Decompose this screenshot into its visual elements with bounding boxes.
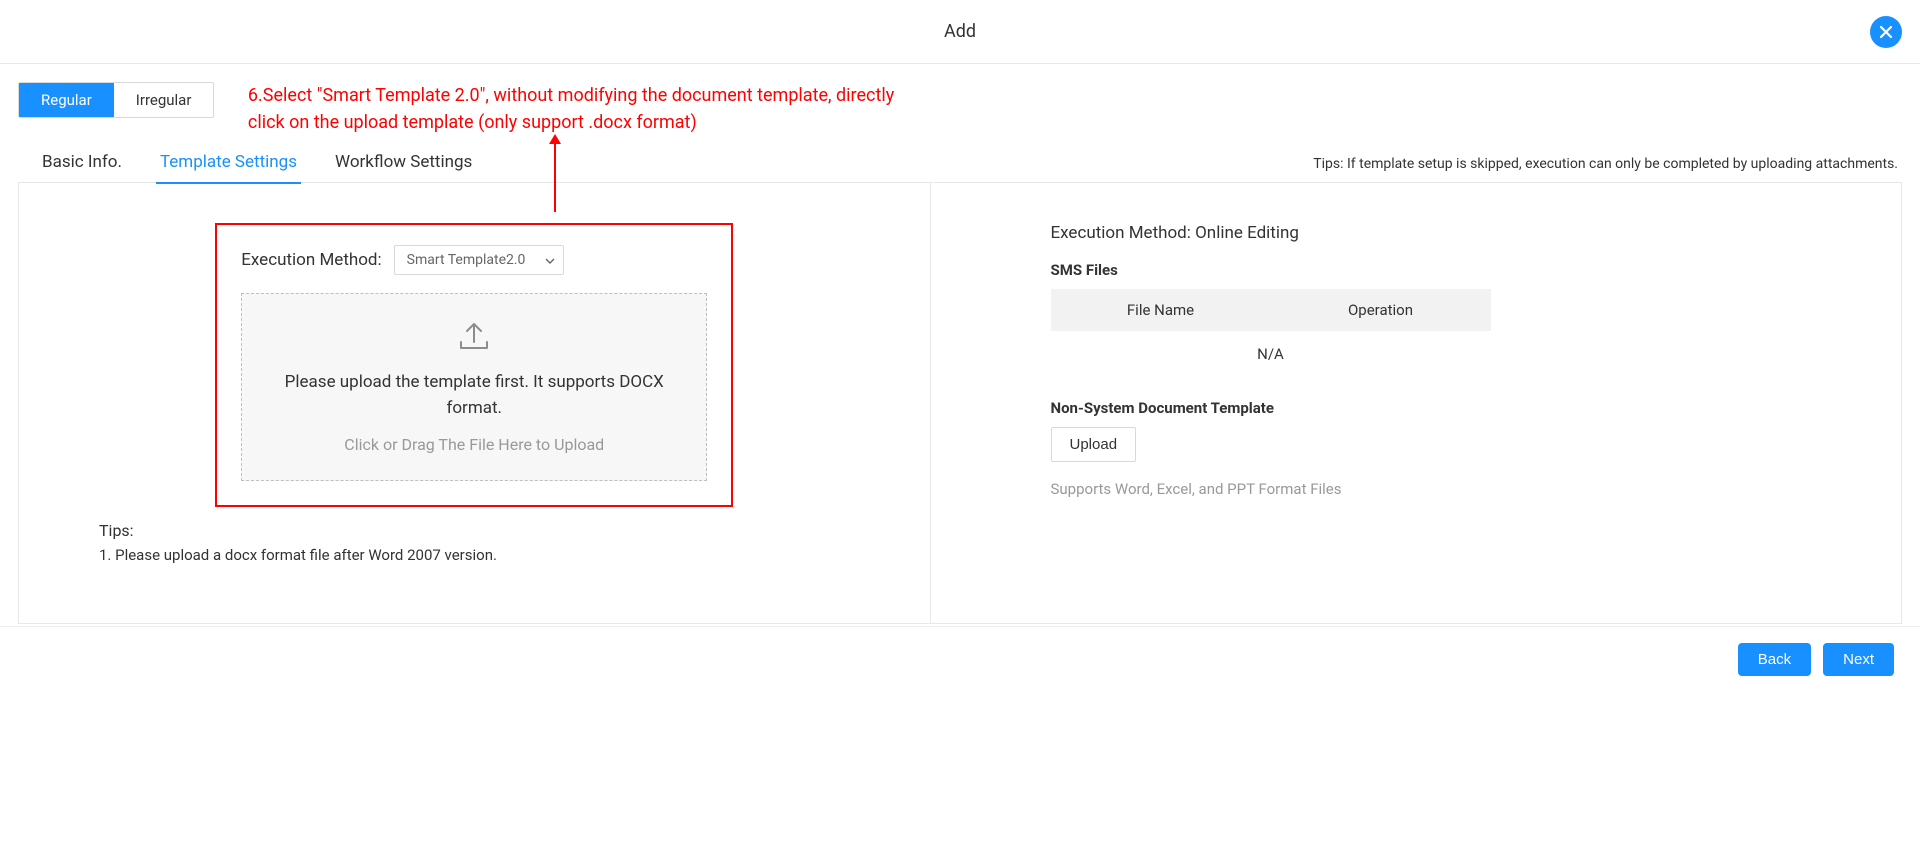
table-col-file-name: File Name <box>1051 301 1271 319</box>
tips-block: Tips: 1. Please upload a docx format fil… <box>99 521 870 564</box>
modal-title: Add <box>944 21 976 42</box>
table-head: File Name Operation <box>1051 289 1491 331</box>
modal-header: Add <box>0 0 1920 64</box>
sub-tab-basic-info[interactable]: Basic Info. <box>38 142 126 184</box>
modal-footer: Back Next <box>0 626 1920 692</box>
chevron-down-icon <box>545 252 555 268</box>
sub-tab-template-settings[interactable]: Template Settings <box>156 142 301 184</box>
highlight-box: Execution Method: Smart Template2.0 <box>215 223 733 507</box>
upload-message-secondary: Click or Drag The File Here to Upload <box>262 435 686 454</box>
panel-right: Execution Method: Online Editing SMS Fil… <box>931 183 1902 623</box>
type-tabs: Regular Irregular <box>18 82 214 118</box>
table-empty: N/A <box>1051 331 1491 377</box>
modal-body: Regular Irregular 6.Select "Smart Templa… <box>0 64 1920 624</box>
execution-method-label: Execution Method: <box>241 250 381 270</box>
close-button[interactable] <box>1870 16 1902 48</box>
upload-dropzone[interactable]: Please upload the template first. It sup… <box>241 293 707 481</box>
sms-files-table: File Name Operation N/A <box>1051 289 1491 377</box>
close-icon <box>1878 24 1894 40</box>
tips-heading: Tips: <box>99 521 870 540</box>
back-button[interactable]: Back <box>1738 643 1811 676</box>
type-tab-regular[interactable]: Regular <box>19 83 114 117</box>
execution-method-row: Execution Method: Smart Template2.0 <box>241 245 707 275</box>
execution-method-value: Smart Template2.0 <box>407 252 526 268</box>
next-button[interactable]: Next <box>1823 643 1894 676</box>
instruction-annotation: 6.Select "Smart Template 2.0", without m… <box>248 82 908 136</box>
right-heading: Execution Method: Online Editing <box>1051 223 1842 243</box>
upload-button[interactable]: Upload <box>1051 427 1137 462</box>
upload-icon <box>262 320 686 356</box>
sub-tab-workflow-settings[interactable]: Workflow Settings <box>331 142 476 184</box>
type-tab-irregular[interactable]: Irregular <box>114 83 214 117</box>
upload-message-primary: Please upload the template first. It sup… <box>262 370 686 421</box>
sms-files-heading: SMS Files <box>1051 261 1842 279</box>
table-col-operation: Operation <box>1271 301 1491 319</box>
execution-method-select[interactable]: Smart Template2.0 <box>394 245 564 275</box>
non-system-heading: Non-System Document Template <box>1051 399 1842 417</box>
tips-line-1: 1. Please upload a docx format file afte… <box>99 546 870 564</box>
format-hint: Supports Word, Excel, and PPT Format Fil… <box>1051 480 1842 498</box>
panel-left: Execution Method: Smart Template2.0 <box>19 183 931 623</box>
panels: Execution Method: Smart Template2.0 <box>18 182 1902 624</box>
arrow-up-icon <box>548 134 562 212</box>
instruction-text: 6.Select "Smart Template 2.0", without m… <box>248 82 908 136</box>
